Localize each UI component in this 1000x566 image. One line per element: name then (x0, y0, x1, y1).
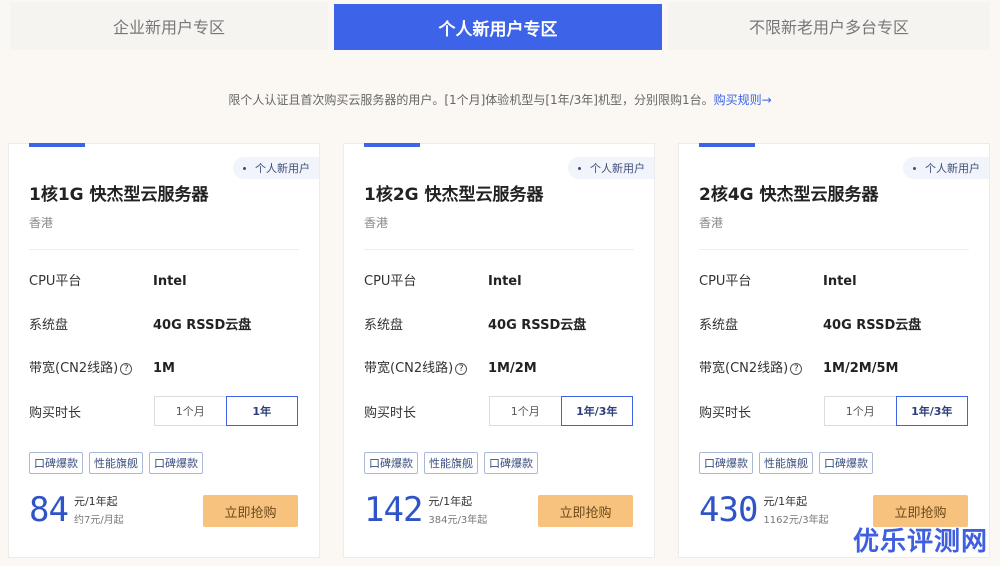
duration-selector: 1个月 1年 (154, 396, 298, 426)
price-sub: 约7元/月起 (73, 515, 124, 526)
tag: 口碑爆款 (364, 452, 418, 474)
price-value: 142 (364, 490, 423, 530)
region-label: 香港 (364, 216, 389, 230)
zone-tabs: 企业新用户专区 个人新用户专区 不限新老用户多台专区 (0, 0, 1000, 50)
card-accent-bar (699, 143, 755, 147)
new-user-badge: 个人新用户 (233, 157, 319, 179)
duration-option-year[interactable]: 1年 (225, 396, 298, 426)
dot-icon (243, 166, 246, 170)
spec-cpu: CPU平台 Intel (29, 274, 187, 289)
price-block: 84 元/1年起约7元/月起 (29, 490, 124, 530)
new-user-badge: 个人新用户 (568, 157, 654, 179)
spec-bandwidth: 带宽(CN2线路)? 1M (29, 361, 175, 376)
duration-option-year[interactable]: 1年/3年 (895, 396, 968, 426)
spec-bandwidth: 带宽(CN2线路)? 1M/2M/5M (699, 361, 899, 376)
notice-text: 限个人认证且首次购买云服务器的用户。[1个月]体验机型与[1年/3年]机型，分别… (228, 93, 714, 107)
dot-icon (913, 166, 916, 170)
price-sub: 1162元/3年起 (763, 515, 829, 526)
tab-enterprise-new-user[interactable]: 企业新用户专区 (10, 2, 328, 50)
product-card: 个人新用户 1核1G 快杰型云服务器 香港 CPU平台 Intel 系统盘 40G … (8, 143, 320, 558)
buy-now-button[interactable]: 立即抢购 (538, 495, 633, 527)
price-unit: 元/1年起 (763, 495, 808, 508)
duration-label: 购买时长 (29, 406, 82, 421)
help-icon[interactable]: ? (455, 363, 468, 375)
buy-now-button[interactable]: 立即抢购 (203, 495, 298, 527)
help-icon[interactable]: ? (790, 363, 803, 375)
tag: 口碑爆款 (699, 452, 753, 474)
divider (29, 249, 299, 250)
duration-option-month[interactable]: 1个月 (824, 396, 896, 426)
price-block: 430 元/1年起 1162元/3年起 (699, 490, 829, 530)
product-card: 个人新用户 2核4G 快杰型云服务器 香港 CPU平台 Intel 系统盘 40G … (678, 143, 990, 558)
price-sub: 384元/3年起 (428, 515, 488, 526)
tag: 口碑爆款 (484, 452, 538, 474)
tag: 口碑爆款 (819, 452, 873, 474)
tag: 口碑爆款 (29, 452, 83, 474)
card-accent-bar (364, 143, 420, 147)
tag: 口碑爆款 (149, 452, 203, 474)
product-title: 1核1G 快杰型云服务器 (29, 185, 209, 205)
feature-tags: 口碑爆款 性能旗舰 口碑爆款 (699, 452, 873, 474)
spec-disk: 系统盘 40G RSSD云盘 (699, 318, 922, 333)
spec-cpu: CPU平台 Intel (699, 274, 857, 289)
duration-option-month[interactable]: 1个月 (154, 396, 226, 426)
spec-disk: 系统盘 40G RSSD云盘 (29, 318, 252, 333)
dot-icon (578, 166, 581, 170)
spec-cpu: CPU平台 Intel (364, 274, 522, 289)
region-label: 香港 (699, 216, 724, 230)
tag: 性能旗舰 (89, 452, 143, 474)
tab-all-users-multi[interactable]: 不限新老用户多台专区 (668, 2, 990, 50)
spec-bandwidth: 带宽(CN2线路)? 1M/2M (364, 361, 537, 376)
purchase-notice: 限个人认证且首次购买云服务器的用户。[1个月]体验机型与[1年/3年]机型，分别… (0, 91, 1000, 108)
tag: 性能旗舰 (424, 452, 478, 474)
divider (364, 249, 634, 250)
product-card: 个人新用户 1核2G 快杰型云服务器 香港 CPU平台 Intel 系统盘 40G … (343, 143, 655, 558)
price-value: 84 (29, 490, 69, 530)
duration-selector: 1个月 1年/3年 (824, 396, 968, 426)
help-icon[interactable]: ? (120, 363, 133, 375)
product-title: 2核4G 快杰型云服务器 (699, 185, 879, 205)
site-watermark: 优乐评测网 (852, 527, 988, 557)
divider (699, 249, 969, 250)
card-accent-bar (29, 143, 85, 147)
duration-option-year[interactable]: 1年/3年 (560, 396, 633, 426)
feature-tags: 口碑爆款 性能旗舰 口碑爆款 (364, 452, 538, 474)
price-value: 430 (699, 490, 758, 530)
region-label: 香港 (29, 216, 54, 230)
price-unit: 元/1年起 (428, 495, 473, 508)
duration-option-month[interactable]: 1个月 (489, 396, 561, 426)
feature-tags: 口碑爆款 性能旗舰 口碑爆款 (29, 452, 203, 474)
purchase-rules-link[interactable]: 购买规则→ (714, 93, 772, 107)
tab-personal-new-user[interactable]: 个人新用户专区 (334, 4, 662, 50)
tag: 性能旗舰 (759, 452, 813, 474)
price-block: 142 元/1年起 384元/3年起 (364, 490, 487, 530)
price-unit: 元/1年起 (73, 495, 118, 508)
new-user-badge: 个人新用户 (903, 157, 989, 179)
duration-label: 购买时长 (699, 406, 752, 421)
spec-disk: 系统盘 40G RSSD云盘 (364, 318, 587, 333)
duration-selector: 1个月 1年/3年 (489, 396, 633, 426)
product-title: 1核2G 快杰型云服务器 (364, 185, 544, 205)
duration-label: 购买时长 (364, 406, 417, 421)
